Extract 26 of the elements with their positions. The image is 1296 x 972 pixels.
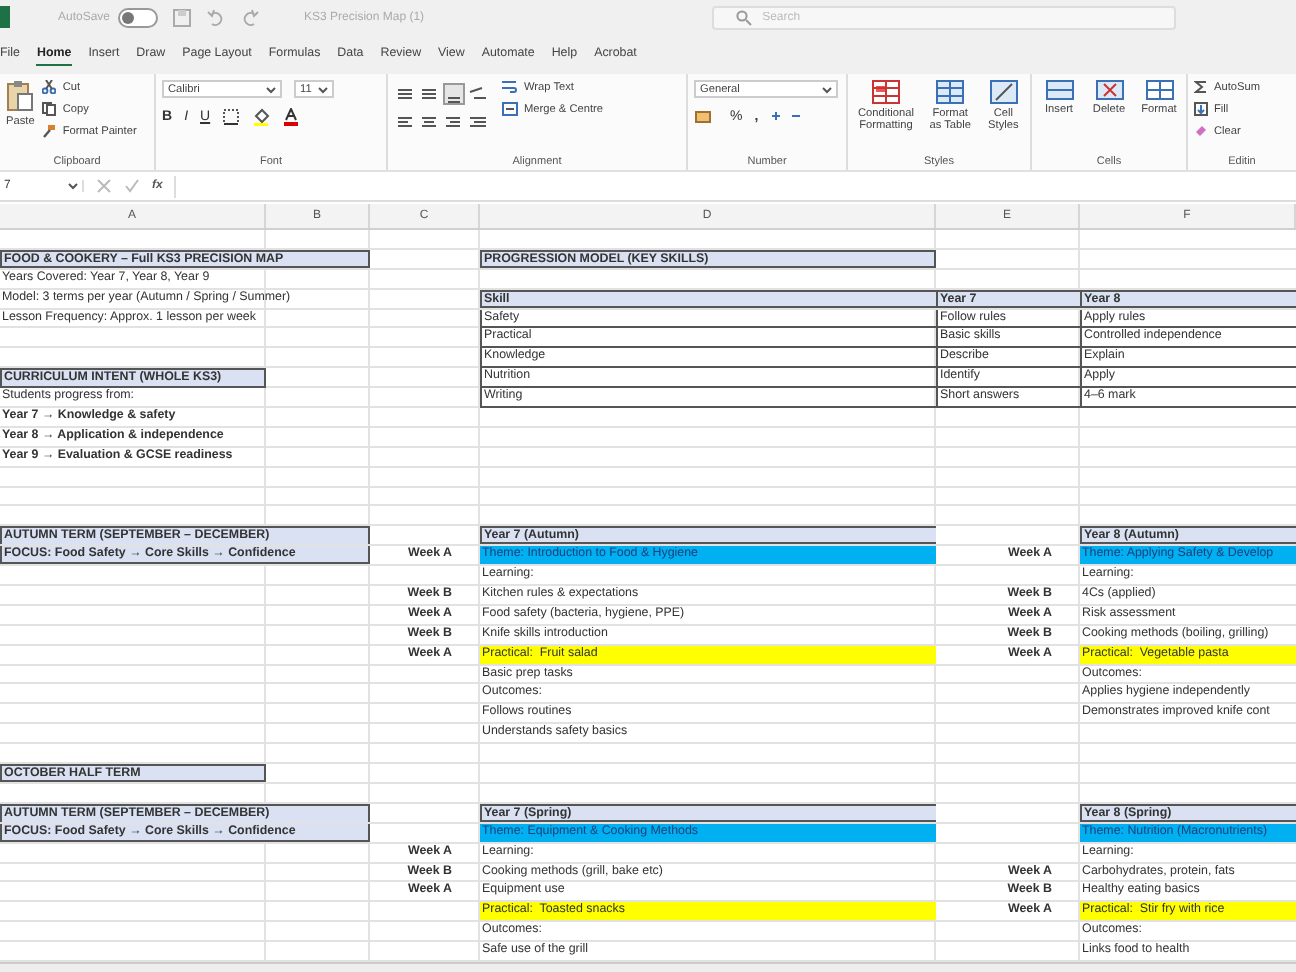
font-color-icon[interactable]: [282, 108, 301, 126]
insert-cells-icon: [1045, 80, 1073, 100]
app-logo-icon: [0, 6, 10, 28]
sigma-icon: [1194, 80, 1208, 94]
wrap-icon: [502, 80, 518, 94]
cell-styles-icon: [989, 80, 1018, 104]
caret-icon: [266, 85, 276, 93]
format-cells-icon: [1145, 80, 1173, 100]
autosave-toggle[interactable]: [118, 7, 159, 27]
clipboard-icon: [6, 80, 35, 112]
eraser-icon: [1194, 124, 1208, 138]
borders-icon[interactable]: [222, 108, 241, 126]
paintbrush-icon: [42, 124, 57, 138]
caret-icon: [68, 182, 78, 190]
search-icon: [736, 9, 753, 25]
check-icon[interactable]: [124, 178, 140, 194]
caret-icon: [822, 85, 832, 93]
fill-color-icon[interactable]: [252, 108, 271, 126]
scissors-icon: [42, 80, 57, 94]
merge-icon: [502, 102, 518, 116]
caret-icon: [318, 85, 328, 93]
delete-cells-icon: [1095, 80, 1123, 100]
table-icon: [871, 80, 900, 104]
fill-down-icon: [1194, 102, 1208, 116]
table-icon: [936, 80, 965, 104]
copy-icon: [42, 102, 57, 116]
